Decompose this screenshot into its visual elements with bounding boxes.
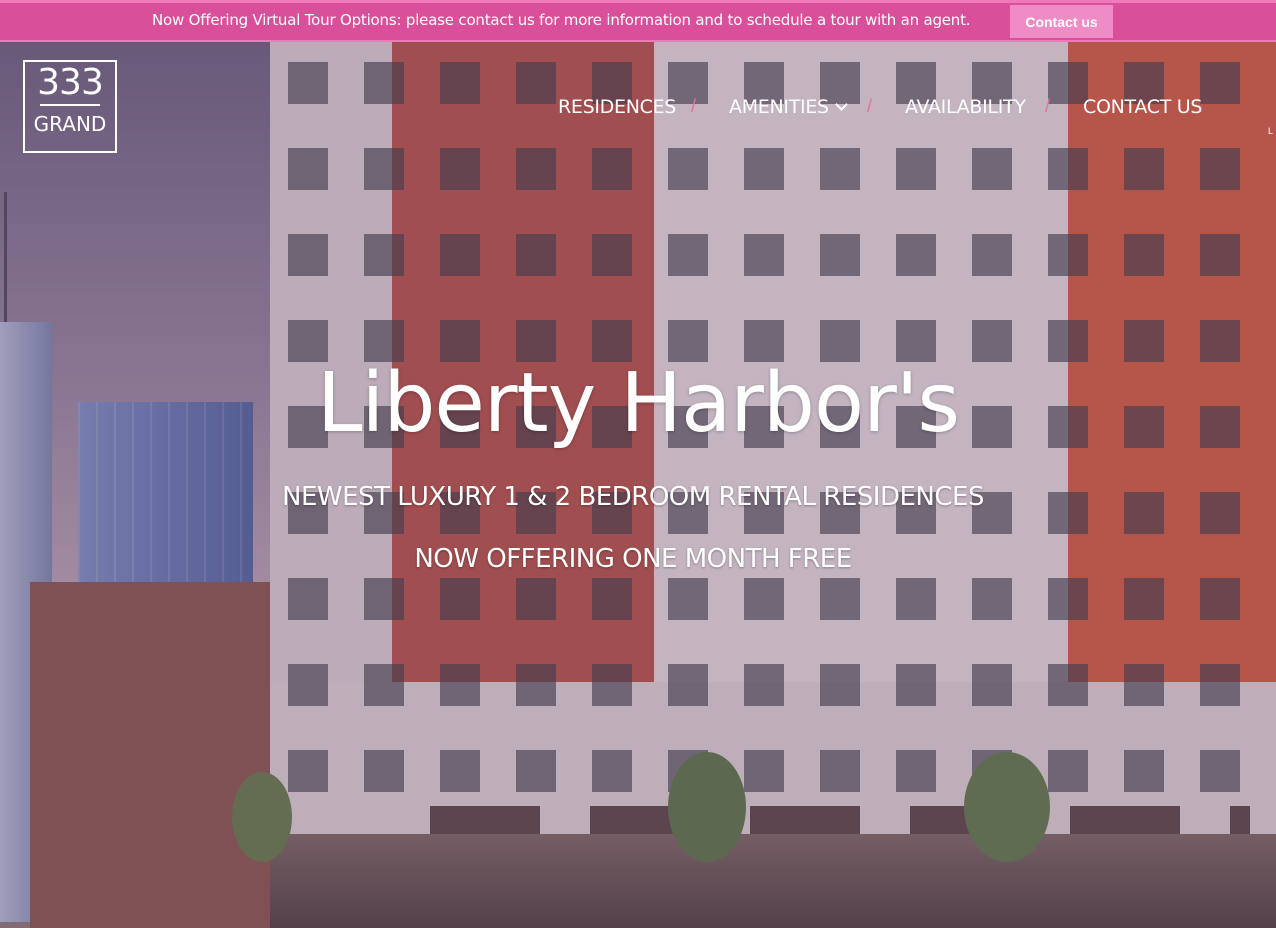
hero-title: Liberty Harbor's [316, 356, 960, 451]
nav-amenities-label: AMENITIES [729, 96, 829, 118]
nav-availability[interactable]: AVAILABILITY [905, 96, 1026, 118]
nav-separator: / [691, 96, 697, 116]
nav-separator: / [1045, 96, 1051, 116]
nav-residences[interactable]: RESIDENCES [558, 96, 676, 118]
nav-contact-us[interactable]: CONTACT US [1083, 96, 1202, 118]
nav-separator: / [867, 96, 873, 116]
announcement-bar: Now Offering Virtual Tour Options: pleas… [0, 0, 1276, 42]
contact-us-button[interactable]: Contact us [1010, 5, 1113, 38]
hero-subtitle: NEWEST LUXURY 1 & 2 BEDROOM RENTAL RESID… [282, 482, 984, 512]
main-nav: RESIDENCES / AMENITIES / AVAILABILITY / … [0, 96, 1276, 122]
nav-edge-text: L [1268, 126, 1274, 136]
chevron-down-icon [834, 98, 848, 111]
announcement-text: Now Offering Virtual Tour Options: pleas… [152, 11, 971, 29]
hero-offer: NOW OFFERING ONE MONTH FREE [414, 544, 852, 574]
nav-amenities[interactable]: AMENITIES [729, 96, 848, 118]
